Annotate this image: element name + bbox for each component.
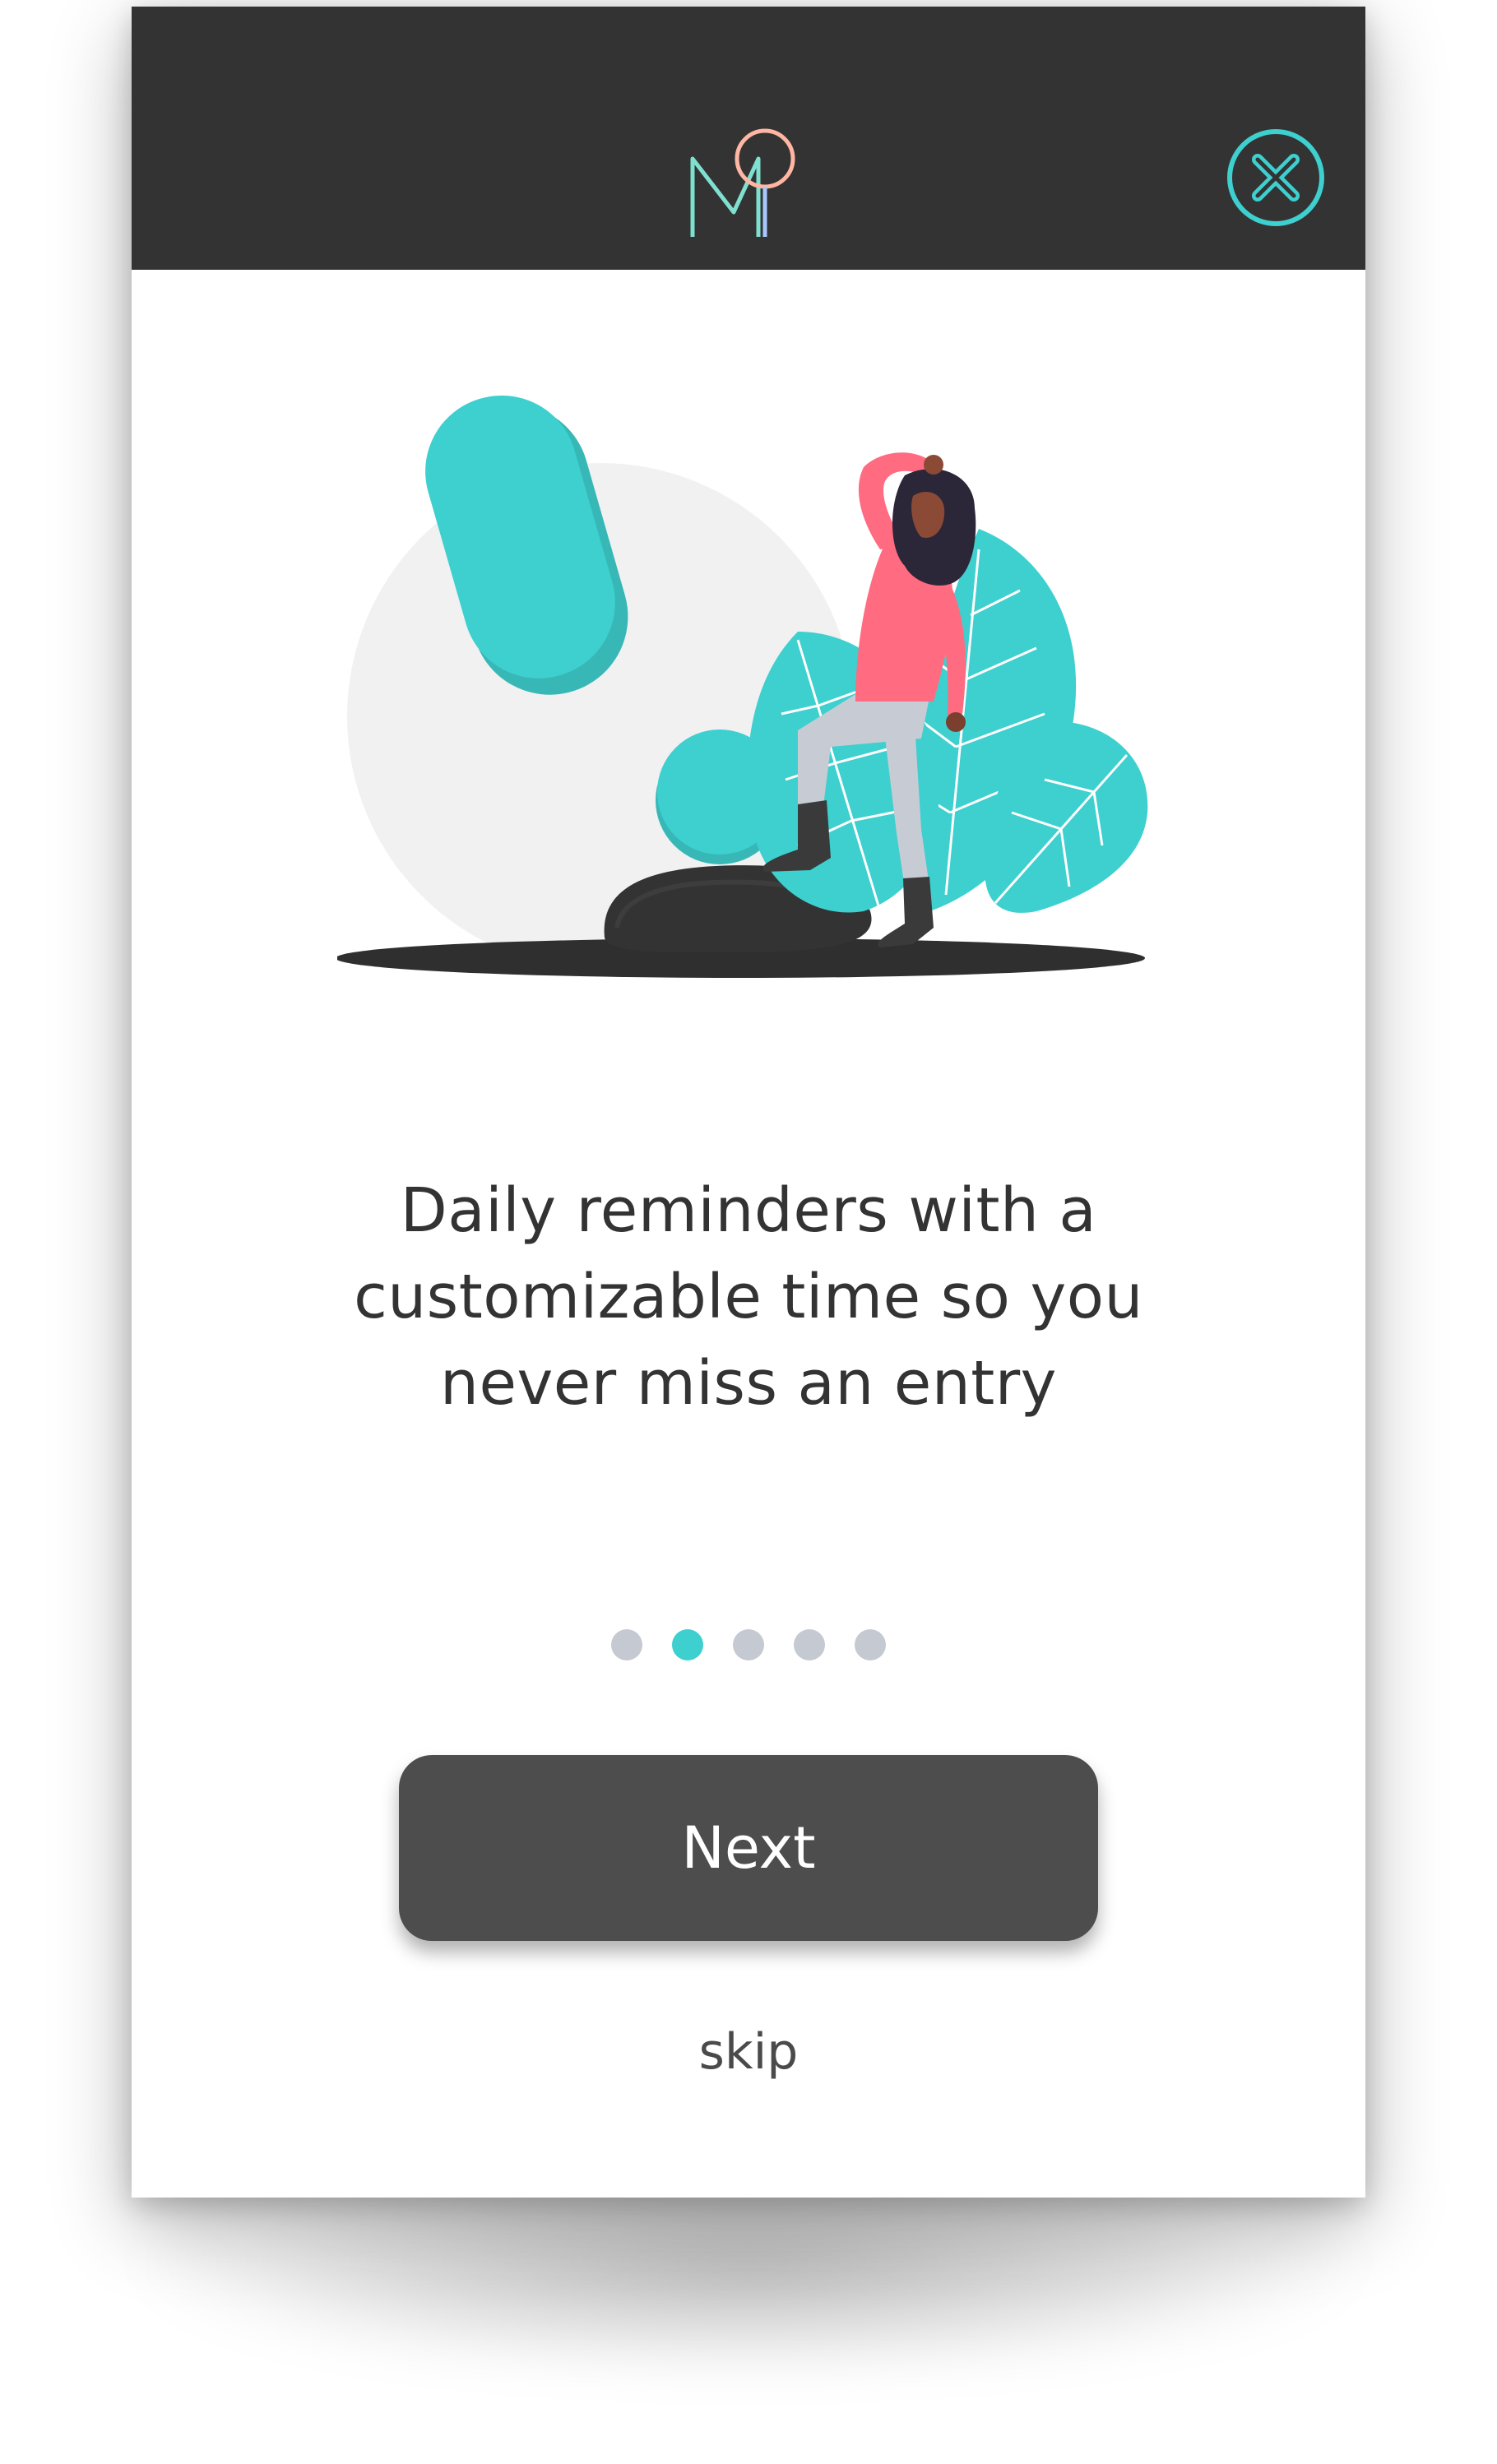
page-dot-5[interactable] bbox=[855, 1629, 886, 1660]
onboarding-screen: Daily reminders with a customizable time… bbox=[132, 7, 1365, 2198]
page-dot-2-active[interactable] bbox=[672, 1629, 703, 1660]
header-bar bbox=[132, 7, 1365, 270]
stage: Daily reminders with a customizable time… bbox=[0, 0, 1497, 2464]
page-indicator bbox=[611, 1628, 886, 1661]
page-dot-3[interactable] bbox=[733, 1629, 764, 1660]
reminder-illustration bbox=[337, 395, 1148, 978]
skip-link[interactable]: skip bbox=[625, 2023, 872, 2081]
mq-logo-icon bbox=[690, 128, 795, 237]
close-icon bbox=[1252, 154, 1300, 201]
close-button[interactable] bbox=[1226, 128, 1325, 227]
page-dot-4[interactable] bbox=[794, 1629, 825, 1660]
page-dot-1[interactable] bbox=[611, 1629, 642, 1660]
onboarding-headline: Daily reminders with a customizable time… bbox=[354, 1175, 1143, 1419]
next-button[interactable]: Next bbox=[399, 1755, 1098, 1941]
